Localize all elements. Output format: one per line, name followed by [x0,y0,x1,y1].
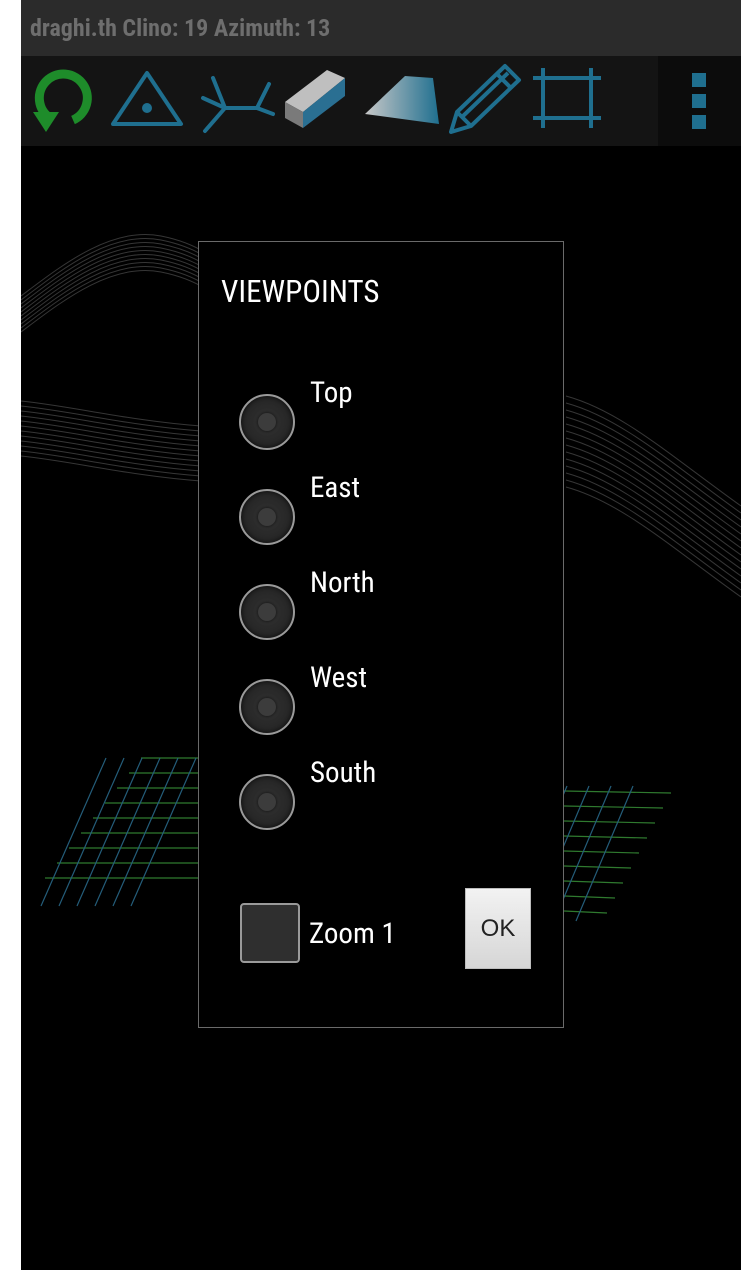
overflow-menu-icon[interactable] [658,56,741,146]
frame-icon[interactable] [529,56,605,146]
radio-north[interactable]: North [239,566,539,644]
radio-button[interactable] [239,679,295,735]
toolbar [21,56,741,146]
station-triangle-icon[interactable] [109,56,185,146]
zoom-checkbox[interactable] [240,903,300,963]
wall-block-icon[interactable] [281,56,361,146]
radio-label: West [310,661,368,695]
radio-label: Top [310,376,353,410]
radio-west[interactable]: West [239,661,539,739]
dialog-title: VIEWPOINTS [221,273,380,310]
zoom-checkbox-label: Zoom 1 [309,917,396,951]
radio-button[interactable] [239,489,295,545]
radio-south[interactable]: South [239,756,539,834]
radio-label: South [310,756,377,790]
radio-top[interactable]: Top [239,376,539,454]
app-window: draghi.th Clino: 19 Azimuth: 13 VIEWPOIN… [21,0,741,1270]
viewpoints-dialog: VIEWPOINTS Top East North West South Zoo… [198,241,564,1028]
surface-plane-icon[interactable] [363,56,443,146]
splay-legs-icon[interactable] [197,56,277,146]
radio-button[interactable] [239,774,295,830]
radio-east[interactable]: East [239,471,539,549]
ok-button[interactable]: OK [465,888,531,969]
refresh-icon[interactable] [29,56,99,146]
radio-button[interactable] [239,394,295,450]
title-bar: draghi.th Clino: 19 Azimuth: 13 [21,0,741,56]
radio-button[interactable] [239,584,295,640]
title-text: draghi.th Clino: 19 Azimuth: 13 [30,14,331,42]
radio-label: North [310,566,375,600]
radio-label: East [310,471,361,505]
pencil-icon[interactable] [445,56,525,146]
